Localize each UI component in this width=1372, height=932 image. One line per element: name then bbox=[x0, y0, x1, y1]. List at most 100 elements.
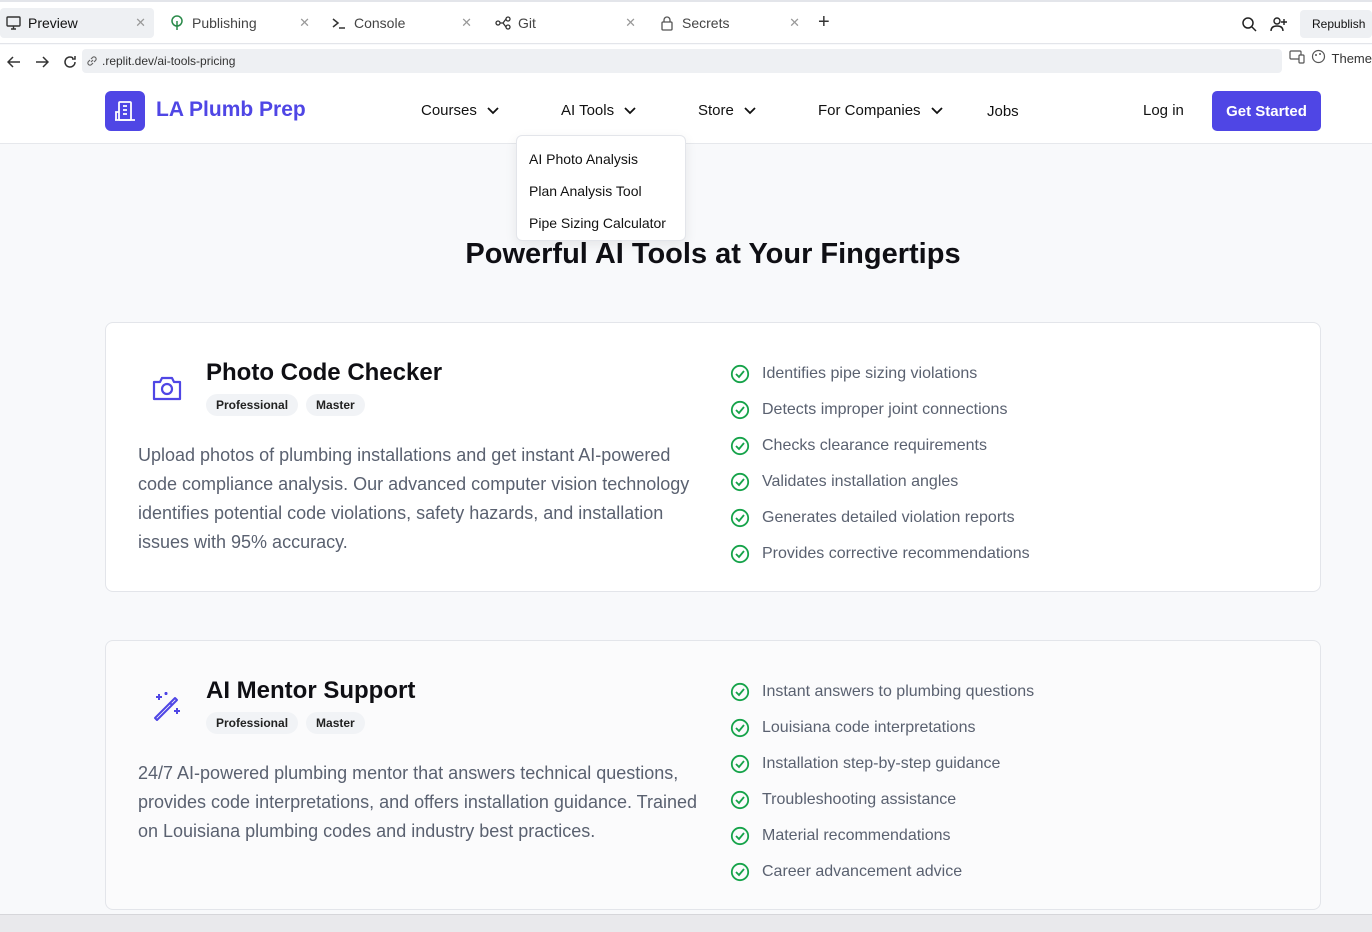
feature-text: Provides corrective recommendations bbox=[762, 545, 1030, 562]
chevron-down-icon bbox=[930, 106, 943, 114]
new-tab-plus-icon[interactable]: + bbox=[818, 12, 830, 32]
feature-item: Provides corrective recommendations bbox=[730, 536, 1030, 572]
nav-label: Courses bbox=[421, 102, 477, 119]
feature-list: Instant answers to plumbing questions Lo… bbox=[730, 674, 1034, 890]
lock-icon bbox=[658, 14, 676, 32]
devices-icon[interactable] bbox=[1288, 49, 1305, 67]
feature-text: Generates detailed violation reports bbox=[762, 509, 1015, 526]
dropdown-item-pipe-sizing-calculator[interactable]: Pipe Sizing Calculator bbox=[529, 207, 685, 239]
feature-text: Installation step-by-step guidance bbox=[762, 755, 1001, 772]
building-logo-icon[interactable] bbox=[105, 91, 145, 131]
feature-text: Career advancement advice bbox=[762, 863, 963, 880]
search-icon[interactable] bbox=[1234, 9, 1264, 39]
check-circle-icon bbox=[730, 682, 750, 702]
tier-badges: Professional Master bbox=[206, 394, 365, 416]
feature-item: Installation step-by-step guidance bbox=[730, 746, 1034, 782]
terminal-icon bbox=[330, 14, 348, 32]
check-circle-icon bbox=[730, 826, 750, 846]
feature-item: Detects improper joint connections bbox=[730, 392, 1030, 428]
theme-label[interactable]: Theme bbox=[1332, 51, 1372, 66]
feature-item: Material recommendations bbox=[730, 818, 1034, 854]
monitor-icon bbox=[4, 14, 22, 32]
card-title: Photo Code Checker bbox=[206, 359, 443, 386]
tier-badge: Master bbox=[306, 394, 365, 416]
check-circle-icon bbox=[730, 400, 750, 420]
nav-label: Store bbox=[698, 102, 734, 119]
close-icon[interactable]: ✕ bbox=[789, 15, 800, 31]
republish-button[interactable]: Republish bbox=[1300, 10, 1372, 38]
nav-jobs[interactable]: Jobs bbox=[987, 103, 1019, 120]
forward-arrow-icon[interactable] bbox=[28, 48, 56, 76]
add-user-icon[interactable] bbox=[1264, 9, 1294, 39]
dropdown-item-ai-photo-analysis[interactable]: AI Photo Analysis bbox=[529, 143, 685, 175]
close-icon[interactable]: ✕ bbox=[299, 15, 310, 31]
feature-list: Identifies pipe sizing violations Detect… bbox=[730, 356, 1030, 572]
palette-icon[interactable] bbox=[1311, 49, 1326, 67]
tier-badge: Professional bbox=[206, 394, 299, 416]
feature-item: Validates installation angles bbox=[730, 464, 1030, 500]
camera-icon bbox=[150, 371, 184, 405]
url-text: .replit.dev/ai-tools-pricing bbox=[102, 54, 236, 68]
feature-item: Generates detailed violation reports bbox=[730, 500, 1030, 536]
feature-text: Checks clearance requirements bbox=[762, 437, 987, 454]
nav-ai-tools[interactable]: AI Tools bbox=[561, 102, 636, 119]
dropdown-item-plan-analysis-tool[interactable]: Plan Analysis Tool bbox=[529, 175, 685, 207]
address-bar: .replit.dev/ai-tools-pricing Theme bbox=[0, 45, 1372, 78]
login-link[interactable]: Log in bbox=[1143, 102, 1184, 119]
nav-label: AI Tools bbox=[561, 102, 615, 119]
check-circle-icon bbox=[730, 544, 750, 564]
workspace-tab-bar: Preview ✕ Publishing ✕ Console ✕ Git ✕ S… bbox=[0, 0, 1372, 44]
chevron-down-icon bbox=[744, 106, 756, 114]
taskbar-strip bbox=[0, 914, 1372, 932]
chevron-down-icon bbox=[624, 106, 636, 114]
card-description: 24/7 AI-powered plumbing mentor that ans… bbox=[138, 763, 698, 841]
feature-item: Troubleshooting assistance bbox=[730, 782, 1034, 818]
tab-label: Secrets bbox=[682, 15, 730, 31]
refresh-icon[interactable] bbox=[56, 48, 84, 76]
nav-label: Jobs bbox=[987, 103, 1019, 120]
nav-store[interactable]: Store bbox=[698, 102, 756, 119]
feature-text: Validates installation angles bbox=[762, 473, 959, 490]
feature-text: Material recommendations bbox=[762, 827, 951, 844]
check-circle-icon bbox=[730, 862, 750, 882]
tab-secrets[interactable]: Secrets ✕ bbox=[654, 8, 808, 38]
page-heading: Powerful AI Tools at Your Fingertips bbox=[465, 238, 961, 270]
feature-text: Louisiana code interpretations bbox=[762, 719, 976, 736]
tier-badge: Professional bbox=[206, 712, 299, 734]
check-circle-icon bbox=[730, 508, 750, 528]
republish-label: Republish bbox=[1312, 17, 1366, 31]
tab-label: Preview bbox=[28, 15, 78, 31]
close-icon[interactable]: ✕ bbox=[135, 15, 146, 31]
feature-item: Checks clearance requirements bbox=[730, 428, 1030, 464]
tool-card-photo-code-checker: Photo Code Checker Professional Master U… bbox=[105, 322, 1321, 592]
check-circle-icon bbox=[730, 364, 750, 384]
nav-for-companies[interactable]: For Companies bbox=[818, 102, 943, 119]
workspace-actions: Republish bbox=[1234, 9, 1372, 39]
back-arrow-icon[interactable] bbox=[0, 48, 28, 76]
feature-item: Louisiana code interpretations bbox=[730, 710, 1034, 746]
nav-courses[interactable]: Courses bbox=[421, 102, 499, 119]
feature-item: Career advancement advice bbox=[730, 854, 1034, 890]
check-circle-icon bbox=[730, 718, 750, 738]
tab-git[interactable]: Git ✕ bbox=[490, 8, 644, 38]
address-actions: Theme bbox=[1288, 49, 1372, 67]
tab-console[interactable]: Console ✕ bbox=[326, 8, 480, 38]
tier-badge: Master bbox=[306, 712, 365, 734]
tab-publishing[interactable]: Publishing ✕ bbox=[164, 8, 318, 38]
feature-item: Identifies pipe sizing violations bbox=[730, 356, 1030, 392]
get-started-button[interactable]: Get Started bbox=[1212, 91, 1321, 131]
publish-icon bbox=[168, 14, 186, 32]
url-field[interactable]: .replit.dev/ai-tools-pricing bbox=[82, 49, 1282, 73]
magic-wand-icon bbox=[150, 689, 184, 723]
check-circle-icon bbox=[730, 472, 750, 492]
close-icon[interactable]: ✕ bbox=[461, 15, 472, 31]
tier-badges: Professional Master bbox=[206, 712, 365, 734]
tab-label: Git bbox=[518, 15, 536, 31]
brand-name[interactable]: LA Plumb Prep bbox=[156, 98, 306, 122]
site-header: LA Plumb Prep Courses AI Tools Store For… bbox=[0, 78, 1372, 144]
close-icon[interactable]: ✕ bbox=[625, 15, 636, 31]
check-circle-icon bbox=[730, 436, 750, 456]
check-circle-icon bbox=[730, 754, 750, 774]
tab-preview[interactable]: Preview ✕ bbox=[0, 8, 154, 38]
link-icon bbox=[87, 56, 97, 66]
